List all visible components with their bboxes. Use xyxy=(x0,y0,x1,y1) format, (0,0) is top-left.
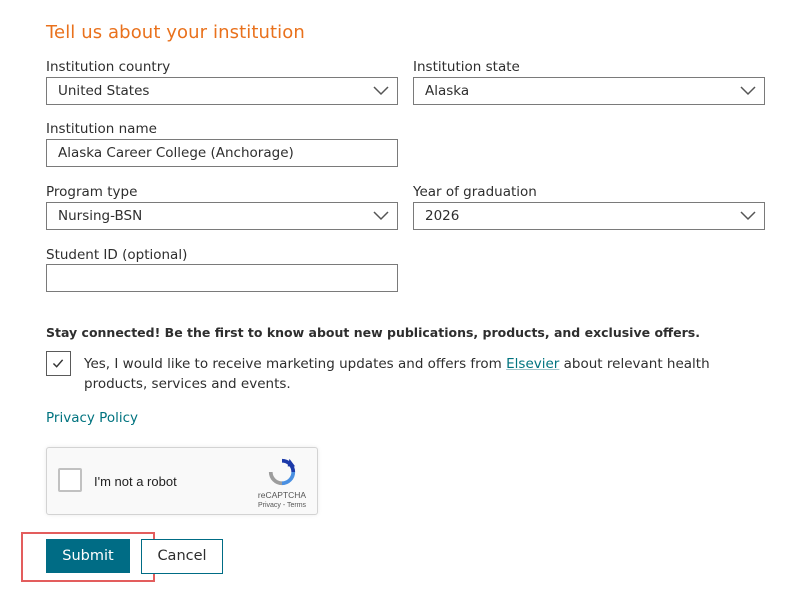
marketing-headline: Stay connected! Be the first to know abo… xyxy=(46,325,700,340)
recaptcha-widget: I'm not a robot reCAPTCHA Privacy - Term… xyxy=(46,447,318,515)
graduation-year-label: Year of graduation xyxy=(413,184,537,200)
graduation-year-select[interactable]: 2026 xyxy=(413,202,765,230)
recaptcha-brand: reCAPTCHA xyxy=(257,490,307,500)
form-heading: Tell us about your institution xyxy=(46,22,305,43)
submit-button[interactable]: Submit xyxy=(46,539,130,573)
marketing-consent-text: Yes, I would like to receive marketing u… xyxy=(84,354,724,394)
recaptcha-checkbox[interactable] xyxy=(58,468,82,492)
cancel-button[interactable]: Cancel xyxy=(141,539,223,574)
student-id-input[interactable] xyxy=(46,264,398,292)
state-label: Institution state xyxy=(413,59,520,75)
state-value: Alaska xyxy=(425,83,470,99)
program-type-select[interactable]: Nursing-BSN xyxy=(46,202,398,230)
privacy-policy-link[interactable]: Privacy Policy xyxy=(46,410,138,426)
chevron-down-icon xyxy=(373,86,389,96)
consent-prefix: Yes, I would like to receive marketing u… xyxy=(84,356,507,372)
institution-name-value: Alaska Career College (Anchorage) xyxy=(58,145,294,161)
student-id-label: Student ID (optional) xyxy=(46,247,188,263)
chevron-down-icon xyxy=(373,211,389,221)
country-value: United States xyxy=(58,83,150,99)
graduation-year-value: 2026 xyxy=(425,208,460,224)
recaptcha-terms: Privacy - Terms xyxy=(257,502,307,509)
program-type-label: Program type xyxy=(46,184,138,200)
elsevier-link[interactable]: Elsevier xyxy=(506,356,559,372)
recaptcha-label: I'm not a robot xyxy=(94,474,177,489)
country-label: Institution country xyxy=(46,59,171,75)
state-select[interactable]: Alaska xyxy=(413,77,765,105)
program-type-value: Nursing-BSN xyxy=(58,208,143,224)
chevron-down-icon xyxy=(740,86,756,96)
institution-name-input[interactable]: Alaska Career College (Anchorage) xyxy=(46,139,398,167)
chevron-down-icon xyxy=(740,211,756,221)
marketing-consent-checkbox[interactable] xyxy=(46,351,71,376)
institution-name-label: Institution name xyxy=(46,121,157,137)
checkmark-icon xyxy=(52,359,64,368)
country-select[interactable]: United States xyxy=(46,77,398,105)
recaptcha-logo-icon xyxy=(268,458,296,486)
